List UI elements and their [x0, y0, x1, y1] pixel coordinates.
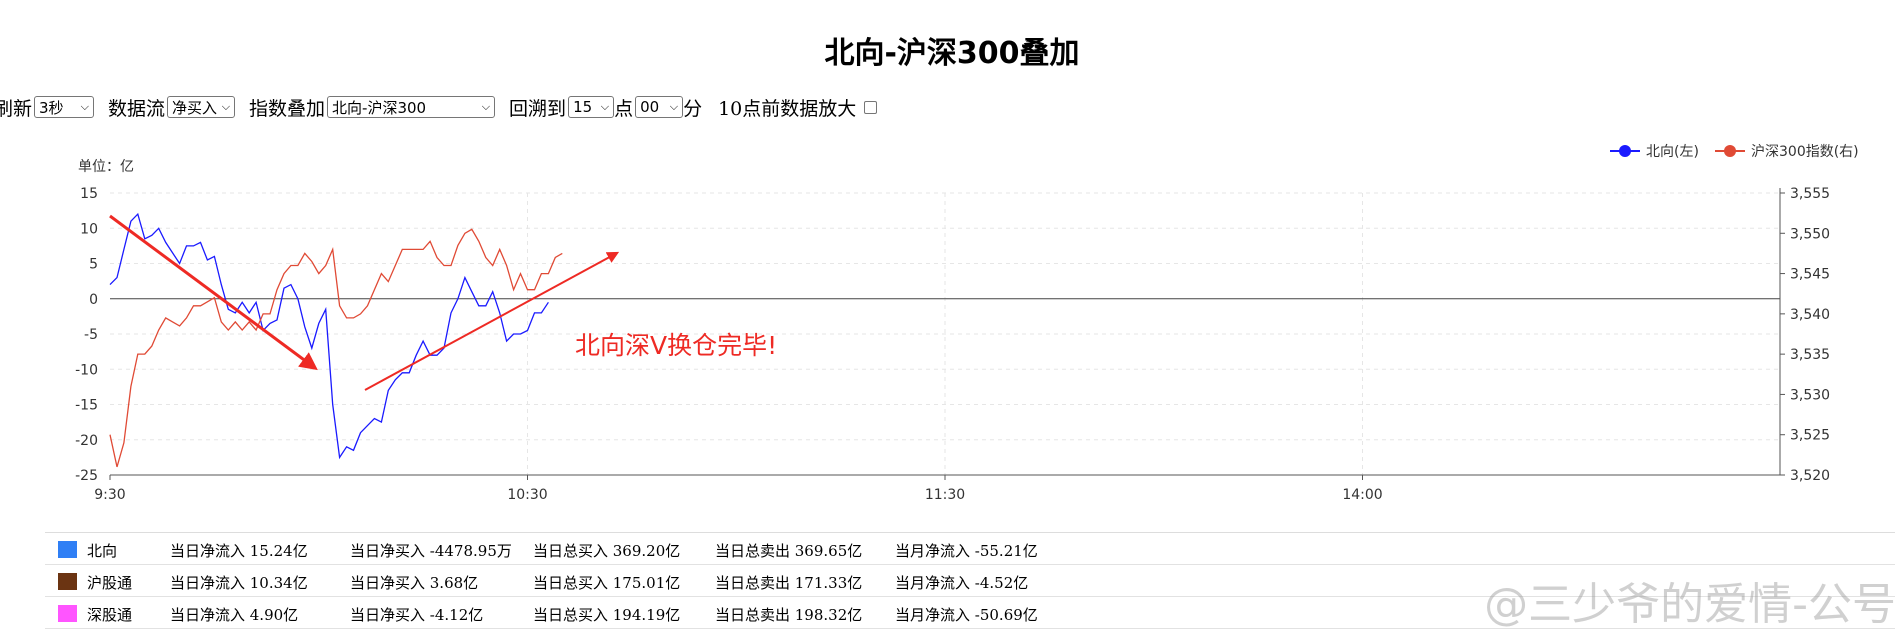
cell-name: 北向 — [87, 542, 118, 560]
refresh-select[interactable]: 3秒 ⌵ — [34, 96, 95, 118]
chart-legend[interactable]: 北向(左) 沪深300指数(右) — [1610, 144, 1859, 160]
line-chart: 单位：亿 北向(左) 沪深300指数(右) 15 10 5 0 -5 -10 -15 -20 -2… — [75, 144, 1859, 503]
zoom-label: 10点前数据放大 — [718, 97, 857, 120]
zoom-checkbox[interactable] — [864, 100, 878, 114]
cell-net-buy: 当日净买入 -4.12亿 — [350, 606, 484, 624]
cell-total-sell: 当日总卖出 198.32亿 — [715, 606, 863, 624]
cell-total-buy: 当日总买入 175.01亿 — [533, 574, 681, 592]
x-tick-label: 14:00 — [1342, 487, 1382, 503]
y-left-axis: 15 10 5 0 -5 -10 -15 -20 -25 — [75, 186, 98, 484]
chevron-down-icon: ⌵ — [481, 100, 491, 113]
legend-item[interactable]: 北向(左) — [1610, 144, 1699, 160]
cell-month-inflow: 当月净流入 -55.21亿 — [895, 542, 1038, 560]
y-left-tick-label: -25 — [75, 468, 98, 484]
y-right-tick-label: 3,535 — [1790, 347, 1830, 363]
cell-total-sell: 当日总卖出 369.65亿 — [715, 542, 863, 560]
y-left-tick-label: 0 — [89, 292, 98, 308]
y-left-tick-label: 10 — [80, 221, 98, 237]
dataflow-label: 数据流 — [108, 97, 166, 120]
cell-name: 沪股通 — [87, 574, 133, 592]
page-title: 北向-沪深300叠加 — [824, 36, 1080, 71]
chevron-down-icon: ⌵ — [669, 100, 679, 113]
y-left-tick-label: -15 — [75, 398, 98, 414]
refresh-label: 刷新 — [0, 97, 33, 120]
hour-select[interactable]: 15 ⌵ — [568, 96, 615, 118]
legend-marker — [1619, 145, 1631, 157]
up-arrow — [364, 251, 620, 391]
cell-net-buy: 当日净买入 -4478.95万 — [350, 542, 512, 560]
cell-month-inflow: 当月净流入 -4.52亿 — [895, 574, 1029, 592]
y-left-tick-label: 5 — [89, 257, 98, 273]
table-row: 北向 当日净流入 15.24亿 当日净买入 -4478.95万 当日总买入 369.2… — [45, 533, 1895, 565]
color-swatch — [58, 573, 77, 590]
chevron-down-icon: ⌵ — [80, 100, 90, 113]
dataflow-select[interactable]: 净买入 ⌵ — [167, 96, 236, 118]
y-right-tick-label: 3,540 — [1790, 307, 1830, 323]
cell-net-buy: 当日净买入 3.68亿 — [350, 574, 479, 592]
y-left-tick-label: -5 — [84, 327, 98, 343]
y-right-tick-label: 3,555 — [1790, 186, 1830, 202]
series-lines — [109, 212, 563, 468]
overlay-select[interactable]: 北向-沪深300 ⌵ — [327, 96, 496, 118]
cell-total-buy: 当日总买入 369.20亿 — [533, 542, 681, 560]
rewind-label: 回溯到 — [509, 97, 567, 120]
cell-net-inflow: 当日净流入 10.34亿 — [170, 574, 308, 592]
chevron-down-icon: ⌵ — [221, 100, 231, 113]
controls-bar: 刷新 3秒 ⌵ 数据流 净买入 ⌵ 指数叠加 北向-沪深300 ⌵ 回溯到 15 ⌵ 点… — [0, 93, 878, 121]
cell-net-inflow: 当日净流入 4.90亿 — [170, 606, 299, 624]
y-right-tick-label: 3,550 — [1790, 226, 1830, 242]
color-swatch — [58, 541, 77, 558]
y-right-tick-label: 3,530 — [1790, 387, 1830, 403]
down-arrow — [109, 214, 318, 371]
cell-total-buy: 当日总买入 194.19亿 — [533, 606, 681, 624]
y-left-tick-label: -20 — [75, 433, 98, 449]
x-axis: 9:30 10:30 11:30 14:00 — [94, 475, 1383, 503]
y-left-tick-label: 15 — [80, 186, 98, 202]
chevron-down-icon: ⌵ — [600, 100, 610, 113]
y-right-axis: 3,555 3,550 3,545 3,540 3,535 3,530 3,525 3,520 — [1780, 186, 1830, 484]
y-right-tick-label: 3,525 — [1790, 428, 1830, 444]
watermark: @三少爷的爱情-公号 — [1484, 579, 1896, 630]
cell-name: 深股通 — [87, 606, 133, 624]
minute-unit-label: 分 — [683, 97, 703, 120]
cell-net-inflow: 当日净流入 15.24亿 — [170, 542, 308, 560]
legend-label: 北向(左) — [1646, 144, 1699, 160]
legend-label: 沪深300指数(右) — [1751, 144, 1859, 160]
hour-unit-label: 点 — [614, 97, 634, 120]
cell-total-sell: 当日总卖出 171.33亿 — [715, 574, 863, 592]
y-left-tick-label: -10 — [75, 362, 98, 378]
cell-month-inflow: 当月净流入 -50.69亿 — [895, 606, 1038, 624]
x-tick-label: 9:30 — [94, 487, 125, 503]
annotation-text: 北向深V换仓完毕! — [575, 331, 777, 360]
overlay-label: 指数叠加 — [249, 97, 326, 120]
color-swatch — [58, 605, 77, 622]
unit-label: 单位：亿 — [78, 159, 134, 175]
legend-item[interactable]: 沪深300指数(右) — [1715, 144, 1859, 160]
x-tick-label: 11:30 — [925, 487, 965, 503]
legend-marker — [1724, 145, 1736, 157]
y-right-tick-label: 3,545 — [1790, 267, 1830, 283]
y-right-tick-label: 3,520 — [1790, 468, 1830, 484]
minute-select[interactable]: 00 ⌵ — [635, 96, 684, 118]
x-tick-label: 10:30 — [507, 487, 547, 503]
